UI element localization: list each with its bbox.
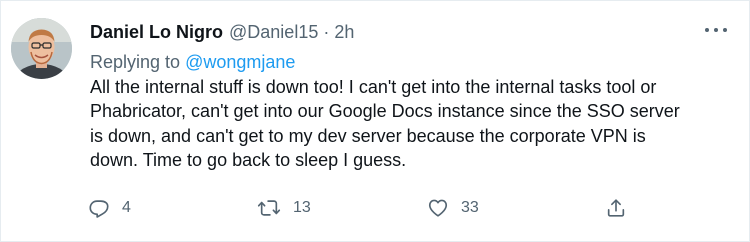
display-name[interactable]: Daniel Lo Nigro [90, 19, 223, 45]
reply-count: 4 [122, 199, 131, 216]
more-options-icon[interactable] [705, 25, 727, 35]
replying-to-label: Replying to [90, 52, 181, 72]
timestamp[interactable]: 2h [334, 19, 354, 45]
tweet-text: All the internal stuff is down too! I ca… [90, 75, 730, 173]
share-button[interactable] [605, 189, 627, 227]
user-handle[interactable]: @Daniel15 [229, 19, 318, 45]
tweet-text-line: Phabricator, can't get into our Google D… [90, 101, 680, 122]
heart-icon [428, 199, 448, 217]
retweet-count: 13 [293, 199, 311, 216]
replying-to: Replying to @wongmjane [90, 50, 295, 74]
tweet-header: Daniel Lo Nigro @Daniel15 · 2h [90, 19, 354, 45]
like-button[interactable]: 33 [427, 189, 479, 227]
action-bar: 4 13 33 [1, 189, 750, 227]
tweet-text-line: is down, and can't get to my dev server … [90, 125, 646, 146]
share-icon [607, 199, 625, 217]
reply-icon [89, 200, 109, 218]
retweet-button[interactable]: 13 [257, 189, 311, 227]
tweet-text-line: down. Time to go back to sleep I guess. [90, 150, 407, 171]
separator-dot: · [323, 22, 330, 42]
reply-mention-link[interactable]: @wongmjane [185, 52, 295, 72]
avatar-photo [11, 18, 72, 79]
dot [705, 28, 709, 32]
like-count: 33 [461, 199, 479, 216]
dot [714, 28, 718, 32]
retweet-icon [257, 200, 281, 216]
dot [723, 28, 727, 32]
reply-button[interactable]: 4 [88, 189, 131, 227]
avatar[interactable] [11, 18, 72, 79]
tweet-text-line: All the internal stuff is down too! I ca… [90, 77, 657, 97]
tweet-card: Daniel Lo Nigro @Daniel15 · 2h Replying … [0, 0, 750, 242]
